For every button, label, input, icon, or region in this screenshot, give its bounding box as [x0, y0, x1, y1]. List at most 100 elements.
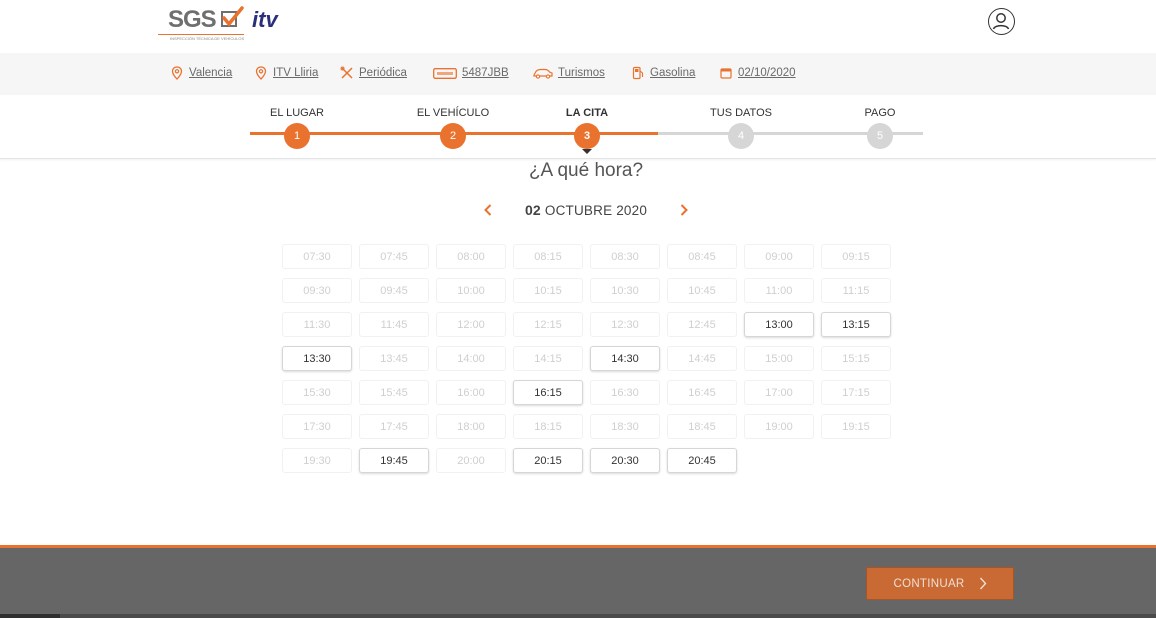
time-slot-unavailable: 17:45 — [359, 414, 429, 439]
time-slot-unavailable: 08:45 — [667, 244, 737, 269]
time-slot-unavailable: 16:45 — [667, 380, 737, 405]
summary-province[interactable]: Valencia — [170, 65, 232, 81]
progress-stepper: EL LUGAR 1 EL VEHÍCULO 2 LA CITA 3 TUS D… — [0, 95, 1156, 159]
step-number: 2 — [440, 123, 466, 149]
time-slot-unavailable: 17:30 — [282, 414, 352, 439]
time-slot-unavailable: 08:30 — [590, 244, 660, 269]
time-slot-unavailable: 19:15 — [821, 414, 891, 439]
chevron-left-icon — [484, 204, 492, 216]
time-slot-unavailable: 15:00 — [744, 346, 814, 371]
logo-sgs-text: SGS — [168, 6, 217, 33]
time-slot-unavailable: 19:00 — [744, 414, 814, 439]
time-slot-unavailable: 09:30 — [282, 278, 352, 303]
time-slot-unavailable: 10:00 — [436, 278, 506, 303]
time-slot-grid: 07:30 07:45 08:00 08:15 08:30 08:45 09:00 09:15… — [282, 244, 894, 473]
top-header: SGS itv INSPECCIÓN TÉCNICA DE VEHÍCULOS — [0, 0, 1156, 53]
time-slot-unavailable: 07:30 — [282, 244, 352, 269]
step-label: EL LUGAR — [269, 107, 324, 119]
time-slot-unavailable: 09:45 — [359, 278, 429, 303]
summary-inspection-type[interactable]: Periódica — [340, 65, 407, 81]
booking-summary-bar: Valencia ITV Lliria Periódica 5487JBB Tu… — [0, 53, 1156, 95]
summary-vehicle-category[interactable]: Turismos — [533, 65, 605, 81]
time-slot-unavailable: 12:45 — [667, 312, 737, 337]
time-slot-unavailable: 11:30 — [282, 312, 352, 337]
time-slot-unavailable: 19:30 — [282, 448, 352, 473]
step-label: EL VEHÍCULO — [416, 107, 490, 119]
time-slot-unavailable: 12:00 — [436, 312, 506, 337]
summary-province-label: Valencia — [189, 67, 233, 79]
time-slot-unavailable: 09:15 — [821, 244, 891, 269]
continue-label: CONTINUAR — [893, 577, 965, 590]
time-slot-unavailable: 18:45 — [667, 414, 737, 439]
time-slot-unavailable: 11:15 — [821, 278, 891, 303]
summary-fuel-label: Gasolina — [650, 67, 696, 79]
time-slot-unavailable: 14:00 — [436, 346, 506, 371]
time-slot-unavailable: 11:00 — [744, 278, 814, 303]
time-slot-unavailable: 07:45 — [359, 244, 429, 269]
page-question: ¿A qué hora? — [528, 160, 644, 181]
summary-station[interactable]: ITV Lliria — [254, 65, 318, 81]
user-account-button[interactable] — [988, 8, 1015, 35]
time-slot-available[interactable]: 13:30 — [282, 346, 352, 371]
logo-tagline: INSPECCIÓN TÉCNICA DE VEHÍCULOS — [170, 36, 245, 41]
time-slot-unavailable: 14:45 — [667, 346, 737, 371]
time-slot-unavailable: 20:00 — [436, 448, 506, 473]
step-label: TUS DATOS — [710, 107, 772, 119]
calendar-icon — [719, 66, 733, 80]
summary-plate[interactable]: 5487JBB — [433, 65, 509, 81]
time-slot-unavailable: 12:15 — [513, 312, 583, 337]
time-slot-unavailable: 18:15 — [513, 414, 583, 439]
time-slot-available[interactable]: 20:15 — [513, 448, 583, 473]
time-slot-unavailable: 15:45 — [359, 380, 429, 405]
time-slot-unavailable: 10:45 — [667, 278, 737, 303]
step-label: PAGO — [864, 107, 896, 119]
sgs-itv-logo[interactable]: SGS itv INSPECCIÓN TÉCNICA DE VEHÍCULOS — [158, 4, 286, 41]
step-number: 1 — [284, 123, 310, 149]
prev-day-button[interactable] — [480, 200, 496, 220]
logo-underline — [158, 34, 244, 35]
time-slot-unavailable: 18:30 — [590, 414, 660, 439]
date-day: 02 — [524, 202, 541, 218]
next-day-button[interactable] — [676, 200, 692, 220]
time-slot-available[interactable]: 20:30 — [590, 448, 660, 473]
summary-date[interactable]: 02/10/2020 — [719, 65, 796, 81]
summary-inspection-label: Periódica — [359, 67, 407, 79]
chevron-right-icon — [979, 577, 986, 590]
time-slot-unavailable: 15:30 — [282, 380, 352, 405]
time-slot-unavailable: 08:00 — [436, 244, 506, 269]
chevron-right-icon — [680, 204, 688, 216]
time-slot-available[interactable]: 13:15 — [821, 312, 891, 337]
summary-date-label: 02/10/2020 — [738, 67, 796, 79]
summary-station-label: ITV Lliria — [273, 67, 319, 79]
time-slot-available[interactable]: 20:45 — [667, 448, 737, 473]
time-slot-available[interactable]: 16:15 — [513, 380, 583, 405]
step-number: 3 — [574, 123, 600, 149]
location-pin-icon — [254, 66, 268, 80]
summary-plate-label: 5487JBB — [462, 67, 509, 79]
location-pin-icon — [170, 66, 184, 80]
continue-button[interactable]: CONTINUAR — [866, 567, 1014, 600]
summary-fuel[interactable]: Gasolina — [631, 65, 695, 81]
time-slot-unavailable: 16:00 — [436, 380, 506, 405]
time-slot-unavailable: 10:15 — [513, 278, 583, 303]
user-icon — [992, 13, 1010, 30]
time-slot-unavailable: 15:15 — [821, 346, 891, 371]
logo-itv-text: itv — [252, 7, 278, 32]
time-slot-available[interactable]: 19:45 — [359, 448, 429, 473]
tools-icon — [340, 66, 354, 80]
date-navigator: 02 OCTUBRE 2020 — [480, 200, 692, 220]
time-slot-unavailable: 10:30 — [590, 278, 660, 303]
car-icon — [533, 66, 553, 80]
time-slot-unavailable: 12:30 — [590, 312, 660, 337]
time-slot-unavailable: 17:00 — [744, 380, 814, 405]
license-plate-icon — [433, 66, 457, 80]
time-slot-unavailable: 08:15 — [513, 244, 583, 269]
time-slot-unavailable: 17:15 — [821, 380, 891, 405]
step-number: 5 — [867, 123, 893, 149]
time-slot-available[interactable]: 13:00 — [744, 312, 814, 337]
time-slot-available[interactable]: 14:30 — [590, 346, 660, 371]
current-date: 02 OCTUBRE 2020 — [525, 202, 647, 218]
time-slot-unavailable: 14:15 — [513, 346, 583, 371]
step-label: LA CITA — [565, 107, 609, 119]
time-slot-unavailable: 11:45 — [359, 312, 429, 337]
